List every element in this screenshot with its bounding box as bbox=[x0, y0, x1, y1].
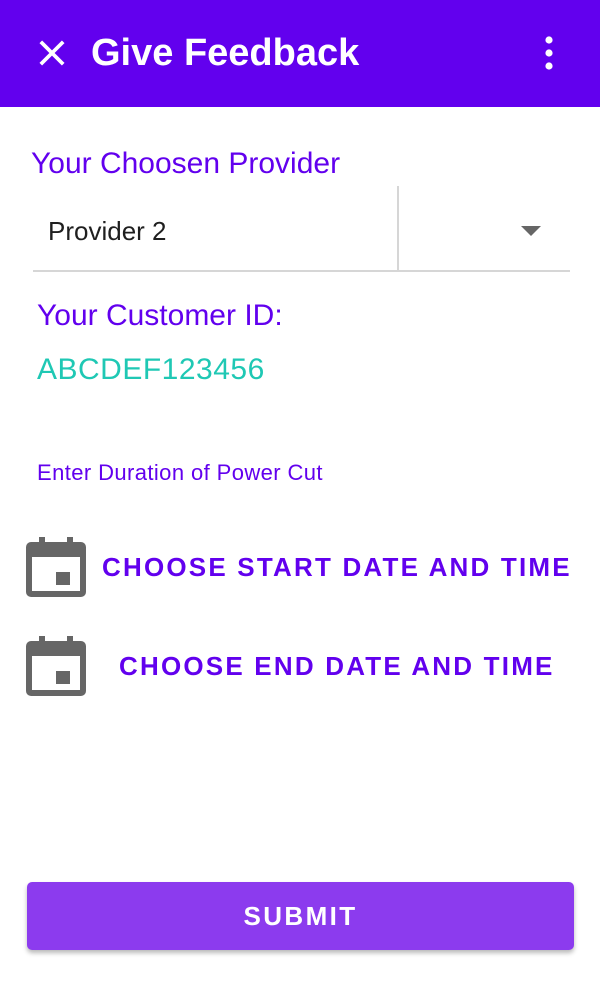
more-vert-icon bbox=[545, 36, 553, 70]
close-icon bbox=[39, 40, 65, 66]
page-title: Give Feedback bbox=[91, 32, 360, 74]
arrow-drop-down-icon bbox=[521, 226, 541, 236]
app-bar: Give Feedback bbox=[0, 0, 600, 107]
submit-label: SUBMIT bbox=[243, 900, 358, 931]
calendar-icon bbox=[26, 636, 86, 696]
customer-id-value: ABCDEF123456 bbox=[37, 353, 265, 386]
choose-end-date-button[interactable]: CHOOSE END DATE AND TIME bbox=[24, 634, 580, 698]
provider-dropdown[interactable]: Provider 2 bbox=[33, 186, 570, 272]
overflow-menu-button[interactable] bbox=[522, 24, 576, 82]
calendar-icon bbox=[26, 537, 86, 597]
provider-heading: Your Choosen Provider bbox=[31, 147, 341, 180]
duration-label: Enter Duration of Power Cut bbox=[37, 460, 323, 485]
submit-button[interactable]: SUBMIT bbox=[27, 882, 574, 950]
close-button[interactable] bbox=[22, 24, 82, 82]
choose-start-date-button[interactable]: CHOOSE START DATE AND TIME bbox=[24, 535, 580, 599]
dropdown-divider bbox=[397, 186, 399, 270]
start-date-label: CHOOSE START DATE AND TIME bbox=[102, 552, 572, 582]
end-date-label: CHOOSE END DATE AND TIME bbox=[119, 651, 555, 681]
provider-selected-value: Provider 2 bbox=[48, 216, 167, 246]
customer-id-label: Your Customer ID: bbox=[37, 299, 283, 332]
